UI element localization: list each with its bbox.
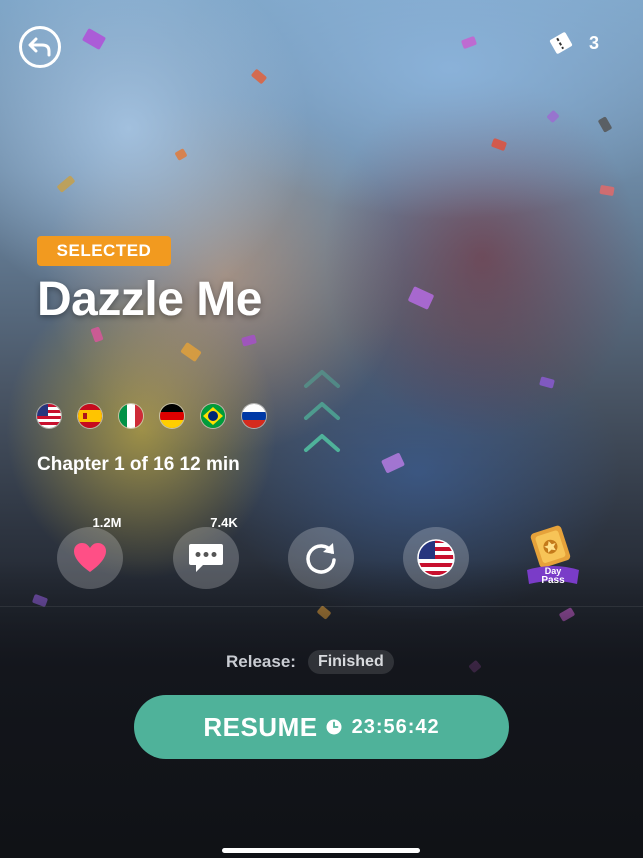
spain-flag-icon [78, 404, 102, 428]
language-flags [37, 404, 266, 428]
comment-icon [189, 544, 223, 572]
ticket-count: 3 [589, 32, 600, 53]
brazil-flag-icon [201, 404, 225, 428]
us-flag-icon [37, 404, 61, 428]
ticket-counter[interactable]: 3 [547, 30, 599, 56]
release-label: Release: [226, 652, 296, 671]
back-arrow-icon [28, 37, 51, 57]
svg-text:Pass: Pass [541, 575, 565, 586]
italy-flag-icon [119, 404, 143, 428]
release-value: Finished [307, 650, 394, 674]
chevron-up-icon [304, 370, 340, 452]
germany-flag-icon [160, 404, 184, 428]
section-divider [0, 606, 643, 607]
clock-icon [326, 719, 342, 735]
heart-icon [74, 543, 106, 572]
day-pass-icon: Day Pass [527, 525, 579, 586]
resume-button[interactable]: RESUME 23:56:42 [134, 695, 509, 759]
us-flag-icon [417, 539, 455, 577]
restart-button[interactable] [288, 527, 354, 589]
comment-button[interactable] [173, 527, 239, 589]
story-title: Dazzle Me [37, 273, 262, 326]
resume-label: RESUME [203, 711, 318, 742]
back-button[interactable] [19, 26, 61, 68]
ticket-icon [549, 32, 573, 54]
chapter-info: Chapter 1 of 16 12 min [37, 454, 240, 475]
language-button[interactable] [403, 527, 469, 589]
restart-icon [306, 543, 336, 574]
release-status: Release: Finished [226, 650, 394, 674]
resume-timer: 23:56:42 [351, 715, 440, 738]
home-indicator [222, 848, 420, 853]
like-button[interactable] [57, 527, 123, 589]
selected-badge: SELECTED [37, 236, 171, 266]
day-pass-button[interactable]: Day Pass [521, 524, 585, 588]
russia-flag-icon [242, 404, 266, 428]
swipe-up-chevrons[interactable] [300, 366, 344, 467]
